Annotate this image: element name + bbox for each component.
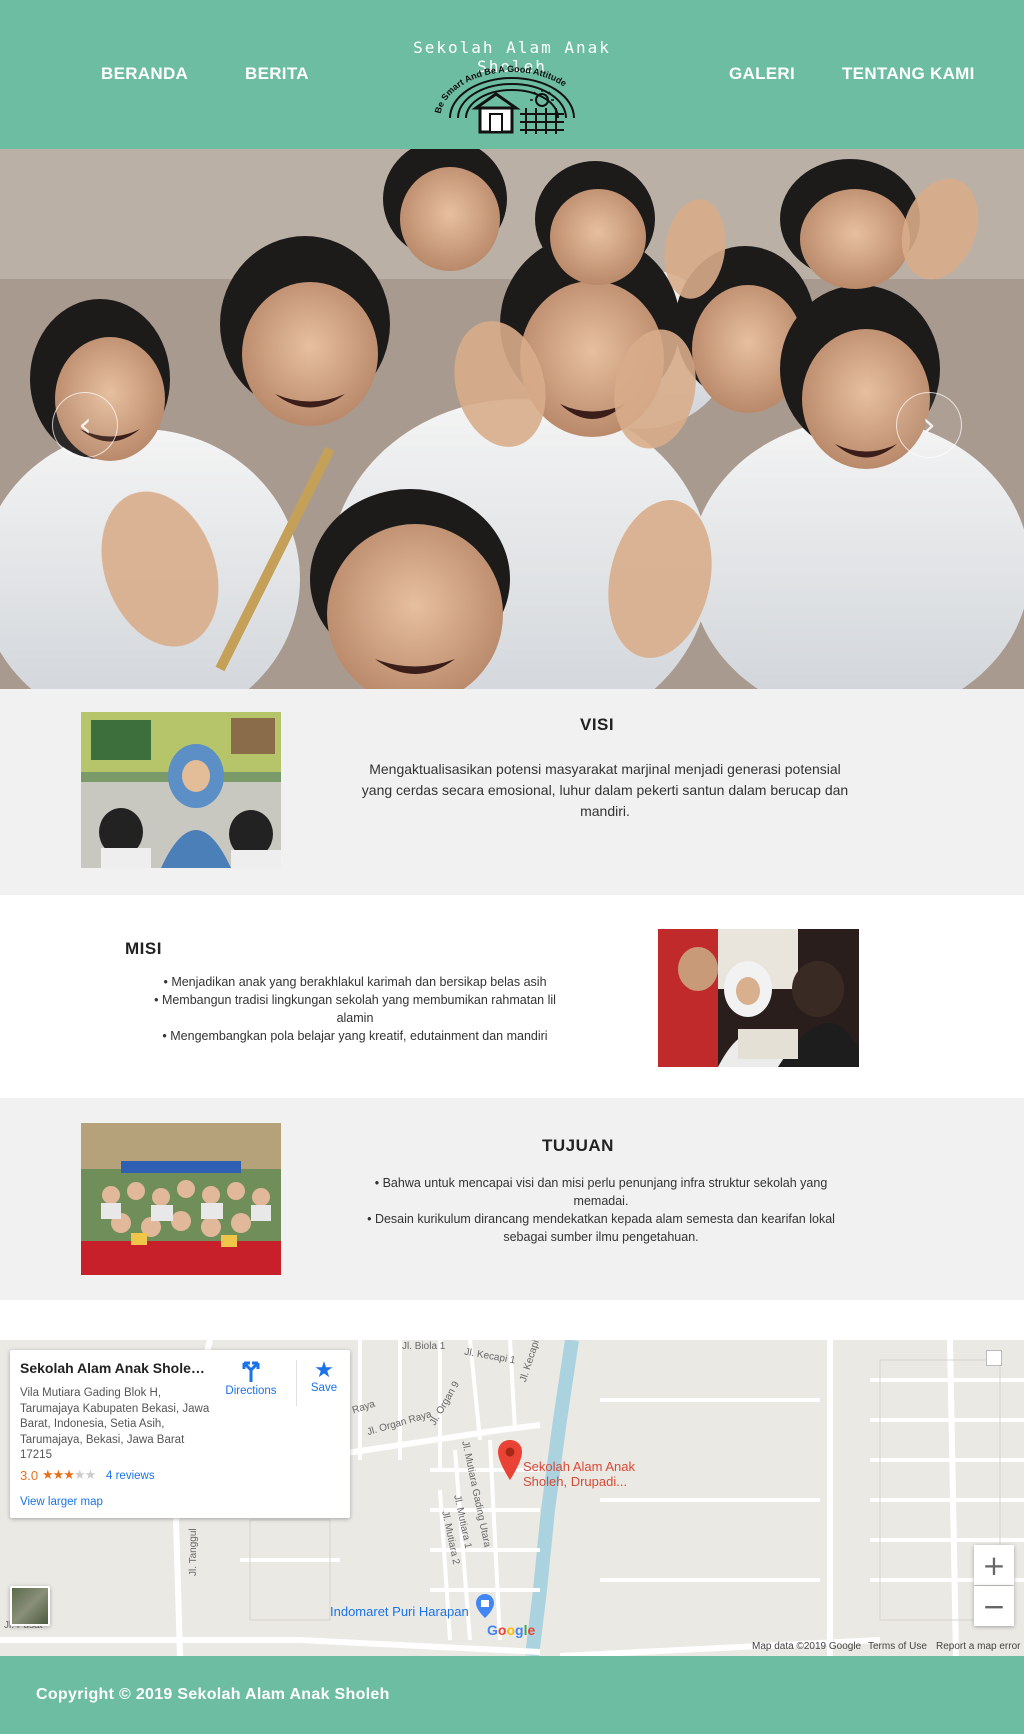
satellite-toggle-button[interactable] [10, 1586, 50, 1626]
site-footer: Copyright © 2019 Sekolah Alam Anak Shole… [0, 1656, 1024, 1734]
reviews-link[interactable]: 4 reviews [106, 1470, 155, 1482]
misi-title: MISI [125, 939, 162, 958]
report-map-error-link[interactable]: Report a map error [936, 1641, 1020, 1652]
google-map[interactable]: Jl. Biola 1 Jl. Kecapi 1 Jl. Kecapi 6 Ra… [0, 1340, 1024, 1656]
shopping-bag-icon [476, 1594, 494, 1618]
place-rating: 3.0 [20, 1468, 39, 1483]
misi-section: MISI Menjadikan anak yang berakhlakul ka… [0, 895, 1024, 1098]
visi-title: VISI [580, 715, 615, 734]
map-data-attribution: Map data ©2019 Google [752, 1641, 862, 1652]
visi-photo [81, 712, 281, 868]
tujuan-title: TUJUAN [542, 1136, 614, 1155]
tujuan-list: Bahwa untuk mencapai visi dan misi perlu… [354, 1174, 848, 1246]
place-name: Sekolah Alam Anak Sholeh, Dr... [20, 1360, 210, 1376]
star-icon: ★ [314, 1357, 334, 1382]
list-item: Mengembangkan pola belajar yang kreatif,… [140, 1027, 570, 1045]
hero-image [0, 149, 1024, 689]
site-header: BERANDA BERITA Sekolah Alam Anak Sholeh … [0, 0, 1024, 149]
fullscreen-icon[interactable] [986, 1350, 1002, 1366]
divider [296, 1360, 297, 1406]
site-logo[interactable]: Sekolah Alam Anak Sholeh Be Smart And Be… [374, 34, 650, 134]
hero-carousel: ‹ › [0, 149, 1024, 689]
place-address: Vila Mutiara Gading Blok H, Tarumajaya K… [20, 1387, 210, 1461]
map-pin-icon[interactable] [498, 1440, 522, 1480]
logo-emblem: Be Smart And Be A Good Attitude [433, 64, 575, 134]
street-label: Jl. Tanggul [188, 1528, 199, 1576]
zoom-out-button[interactable]: − [974, 1586, 1014, 1626]
nav-berita[interactable]: BERITA [245, 64, 309, 84]
view-larger-map-link[interactable]: View larger map [20, 1496, 103, 1508]
list-item: Desain kurikulum dirancang mendekatkan k… [354, 1210, 848, 1246]
rating-stars-icon: ★★★★★ [42, 1467, 96, 1482]
tujuan-section: TUJUAN Bahwa untuk mencapai visi dan mis… [0, 1098, 1024, 1300]
save-button[interactable]: ★ Save [304, 1357, 344, 1395]
list-item: Menjadikan anak yang berakhlakul karimah… [140, 973, 570, 991]
place-card: Sekolah Alam Anak Sholeh, Dr... Vila Mut… [10, 1350, 350, 1518]
directions-label: Directions [225, 1385, 277, 1397]
nav-galeri[interactable]: GALERI [729, 64, 795, 84]
carousel-prev-button[interactable]: ‹ [52, 392, 118, 458]
chevron-right-icon: › [922, 405, 936, 445]
misi-photo [658, 929, 859, 1067]
minus-icon: − [982, 1589, 1006, 1623]
poi-label[interactable]: Indomaret Puri Harapan [330, 1604, 469, 1619]
copyright-text: Copyright © 2019 Sekolah Alam Anak Shole… [36, 1686, 390, 1703]
nav-tentang-kami[interactable]: TENTANG KAMI [842, 64, 975, 84]
pin-label[interactable]: Sekolah Alam Anak Sholeh, Drupadi... [523, 1459, 653, 1489]
directions-icon [242, 1361, 260, 1382]
list-item: Bahwa untuk mencapai visi dan misi perlu… [354, 1174, 848, 1210]
google-logo: Google [487, 1622, 536, 1638]
visi-text: Mengaktualisasikan potensi masyarakat ma… [361, 761, 849, 819]
carousel-next-button[interactable]: › [896, 392, 962, 458]
terms-link[interactable]: Terms of Use [868, 1641, 927, 1652]
list-item: Membangun tradisi lingkungan sekolah yan… [140, 991, 570, 1027]
tujuan-photo [81, 1123, 281, 1275]
plus-icon: + [982, 1548, 1006, 1582]
zoom-in-button[interactable]: + [974, 1545, 1014, 1585]
visi-section: VISI Mengaktualisasikan potensi masyarak… [0, 689, 1024, 895]
save-label: Save [310, 1382, 338, 1394]
directions-button[interactable]: Directions [223, 1358, 279, 1397]
nav-beranda[interactable]: BERANDA [101, 64, 188, 84]
chevron-left-icon: ‹ [78, 405, 92, 445]
misi-list: Menjadikan anak yang berakhlakul karimah… [140, 973, 570, 1045]
street-label: Jl. Biola 1 [402, 1341, 446, 1352]
